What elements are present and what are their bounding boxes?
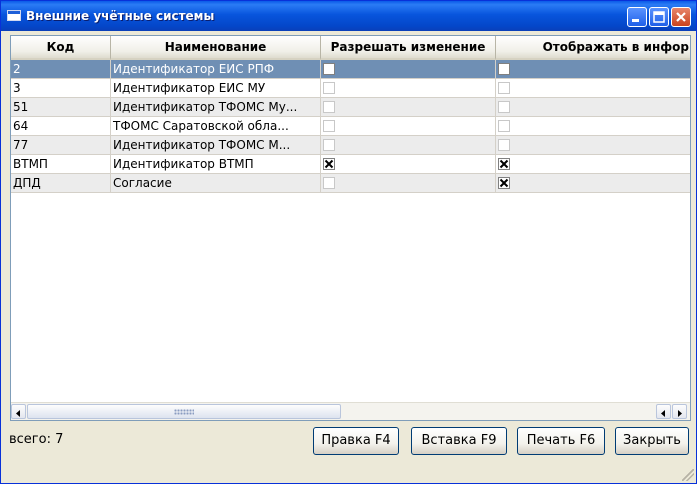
checkbox[interactable]	[498, 139, 510, 151]
insert-button[interactable]: Вставка F9	[411, 427, 507, 455]
minimize-icon	[632, 19, 639, 22]
checkbox[interactable]	[498, 101, 510, 113]
cell-show[interactable]	[496, 155, 690, 174]
checkbox[interactable]	[498, 120, 510, 132]
grip-icon	[174, 409, 194, 415]
table-row[interactable]: 77 Идентификатор ТФОМС М...	[11, 136, 690, 155]
check-mark-icon	[499, 178, 509, 188]
window: Внешние учётные системы Код Наименование…	[0, 0, 697, 484]
maximize-button[interactable]	[649, 7, 669, 27]
scrollbar-thumb[interactable]	[27, 404, 341, 419]
cell-code[interactable]: 3	[11, 79, 111, 98]
cell-code[interactable]: ВТМП	[11, 155, 111, 174]
cell-name[interactable]: Идентификатор ЕИС РПФ	[111, 60, 321, 79]
scroll-left-button-2[interactable]	[656, 404, 671, 419]
cell-allow-edit[interactable]	[321, 174, 496, 193]
checkbox[interactable]	[498, 158, 510, 170]
cell-allow-edit[interactable]	[321, 98, 496, 117]
table-row[interactable]: 64 ТФОМС Саратовской обла...	[11, 117, 690, 136]
checkbox[interactable]	[323, 120, 335, 132]
cell-show[interactable]	[496, 60, 690, 79]
checkbox[interactable]	[323, 82, 335, 94]
maximize-icon	[653, 11, 665, 23]
cell-name[interactable]: Идентификатор ТФОМС Му...	[111, 98, 321, 117]
cell-show[interactable]	[496, 117, 690, 136]
cell-name[interactable]: ТФОМС Саратовской обла...	[111, 117, 321, 136]
print-button[interactable]: Печать F6	[517, 427, 605, 455]
total-count: всего: 7	[9, 432, 64, 447]
grid-header: Код Наименование Разрешать изменение Ото…	[11, 36, 690, 60]
window-content: Код Наименование Разрешать изменение Ото…	[5, 31, 692, 480]
cell-name[interactable]: Идентификатор ТФОМС М...	[111, 136, 321, 155]
close-button[interactable]: Закрыть	[615, 427, 689, 455]
cell-name[interactable]: Идентификатор ВТМП	[111, 155, 321, 174]
checkbox[interactable]	[323, 158, 335, 170]
window-icon	[7, 10, 21, 21]
cell-show[interactable]	[496, 136, 690, 155]
cell-show[interactable]	[496, 174, 690, 193]
check-mark-icon	[499, 159, 509, 169]
checkbox[interactable]	[498, 82, 510, 94]
arrow-right-icon	[678, 410, 682, 417]
table-row[interactable]: 2 Идентификатор ЕИС РПФ	[11, 60, 690, 79]
cell-show[interactable]	[496, 79, 690, 98]
checkbox[interactable]	[498, 177, 510, 189]
cell-allow-edit[interactable]	[321, 136, 496, 155]
cell-code[interactable]: ДПД	[11, 174, 111, 193]
table-row[interactable]: 3 Идентификатор ЕИС МУ	[11, 79, 690, 98]
cell-allow-edit[interactable]	[321, 155, 496, 174]
checkbox[interactable]	[323, 177, 335, 189]
arrow-left-icon	[16, 410, 20, 417]
cell-allow-edit[interactable]	[321, 117, 496, 136]
checkbox[interactable]	[323, 101, 335, 113]
horizontal-scrollbar[interactable]	[11, 402, 690, 420]
scroll-left-button[interactable]	[11, 404, 26, 419]
cell-show[interactable]	[496, 98, 690, 117]
edit-button[interactable]: Правка F4	[313, 427, 399, 455]
table-row[interactable]: ДПД Согласие	[11, 174, 690, 193]
data-grid[interactable]: Код Наименование Разрешать изменение Ото…	[10, 35, 691, 421]
column-header-allow-edit[interactable]: Разрешать изменение	[321, 36, 496, 60]
checkbox[interactable]	[323, 139, 335, 151]
column-header-code[interactable]: Код	[11, 36, 111, 60]
checkbox[interactable]	[498, 63, 510, 75]
cell-code[interactable]: 51	[11, 98, 111, 117]
minimize-button[interactable]	[627, 7, 647, 27]
cell-name[interactable]: Идентификатор ЕИС МУ	[111, 79, 321, 98]
column-header-show[interactable]: Отображать в инфор	[496, 36, 690, 60]
scroll-right-button[interactable]	[672, 404, 687, 419]
title-bar[interactable]: Внешние учётные системы	[1, 1, 696, 31]
checkbox[interactable]	[323, 63, 335, 75]
cell-code[interactable]: 64	[11, 117, 111, 136]
table-row[interactable]: 51 Идентификатор ТФОМС Му...	[11, 98, 690, 117]
arrow-left-icon	[661, 410, 665, 417]
close-window-button[interactable]	[671, 7, 691, 27]
window-title: Внешние учётные системы	[26, 9, 215, 23]
table-row[interactable]: ВТМП Идентификатор ВТМП	[11, 155, 690, 174]
cell-code[interactable]: 77	[11, 136, 111, 155]
cell-name[interactable]: Согласие	[111, 174, 321, 193]
column-header-name[interactable]: Наименование	[111, 36, 321, 60]
cell-allow-edit[interactable]	[321, 60, 496, 79]
cell-code[interactable]: 2	[11, 60, 111, 79]
close-icon	[676, 12, 686, 22]
cell-allow-edit[interactable]	[321, 79, 496, 98]
resize-grip-icon[interactable]	[682, 469, 694, 481]
check-mark-icon	[324, 159, 334, 169]
